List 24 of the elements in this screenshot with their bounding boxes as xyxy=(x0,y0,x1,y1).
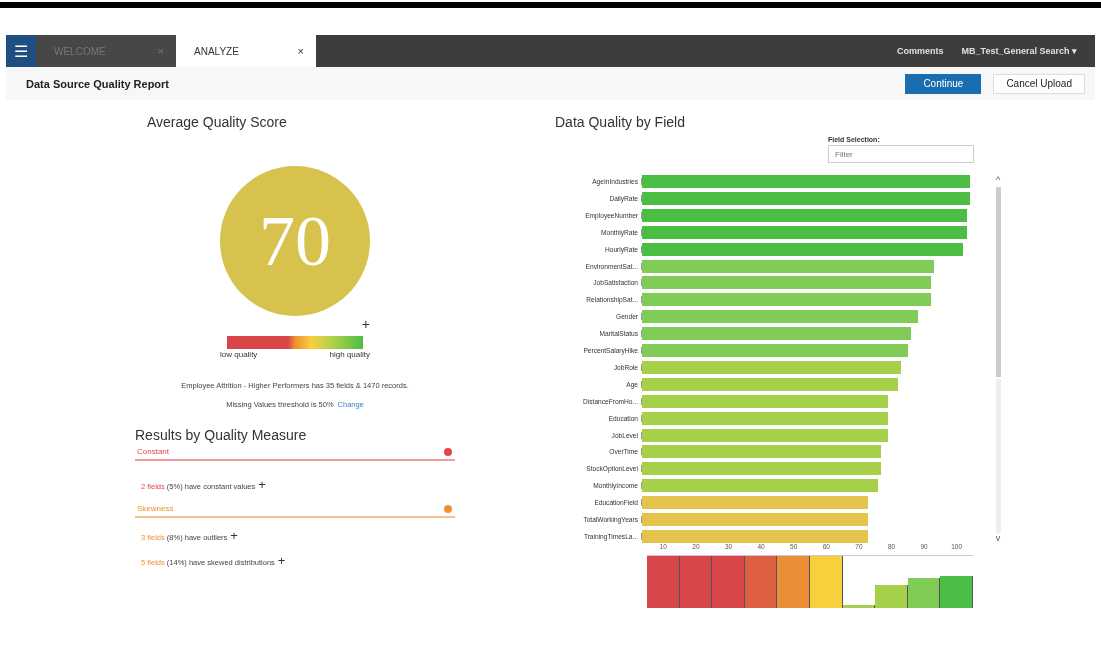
header-link[interactable]: MB_Test_General Search ▾ xyxy=(961,46,1077,56)
continue-button[interactable]: Continue xyxy=(905,73,982,94)
section-title: Results by Quality Measure xyxy=(135,427,308,443)
measure-name: Skewness xyxy=(137,504,174,513)
plus-icon[interactable]: + xyxy=(361,316,370,332)
scroll-up-icon[interactable]: ^ xyxy=(995,175,1001,185)
plus-icon[interactable]: + xyxy=(230,528,238,543)
scroll-down-icon[interactable]: v xyxy=(995,533,1001,543)
menu-button[interactable]: ☰ xyxy=(6,35,36,67)
cancel-button[interactable]: Cancel Upload xyxy=(993,73,1085,94)
section-title: Average Quality Score xyxy=(146,114,287,130)
plus-icon[interactable]: + xyxy=(258,477,266,492)
filter-field[interactable]: Filter xyxy=(828,145,974,163)
tab[interactable]: ANALYZE × xyxy=(176,35,316,67)
measure-name: Constant xyxy=(137,447,170,456)
page-title: Data Source Quality Report xyxy=(26,77,171,90)
section-title: Data Quality by Field xyxy=(555,114,686,130)
plus-icon[interactable]: + xyxy=(277,553,286,568)
scrollbar[interactable]: ^ v xyxy=(993,175,1003,543)
scale-label: high quality xyxy=(329,350,370,359)
close-icon[interactable]: × xyxy=(297,45,304,57)
scale-label: low quality xyxy=(220,350,258,359)
score-circle: 70 xyxy=(220,166,370,316)
header-link[interactable]: Comments xyxy=(897,46,944,56)
